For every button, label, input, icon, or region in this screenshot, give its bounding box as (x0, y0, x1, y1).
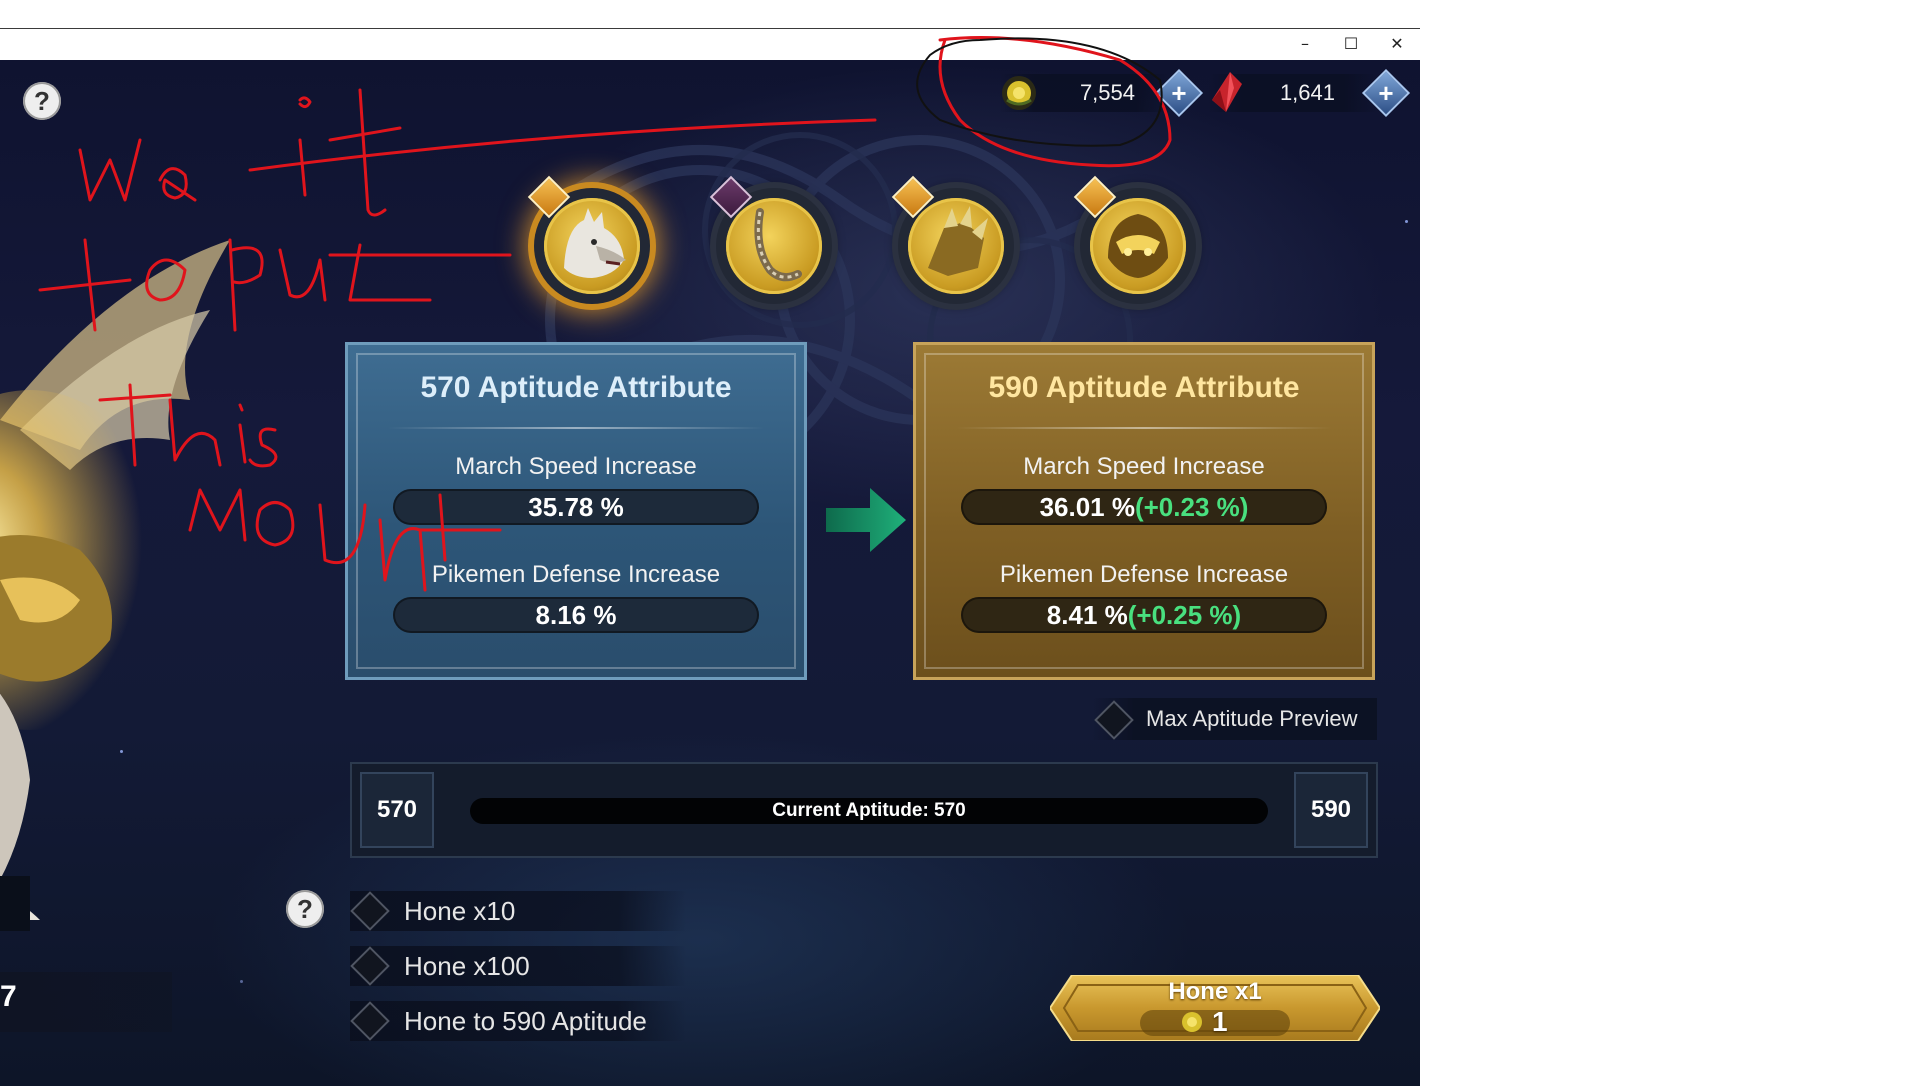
equip-slot-wolf[interactable] (527, 175, 650, 304)
golden-helmet-icon (1090, 198, 1186, 294)
close-button[interactable]: ✕ (1383, 32, 1411, 56)
gold-value: 7,554 (1079, 80, 1135, 105)
hone-help-icon[interactable]: ? (286, 890, 324, 928)
hone-x100-label: Hone x100 (404, 951, 530, 981)
wolf-mount-figure (0, 240, 230, 920)
next-aptitude-panel: 590 Aptitude Attribute March Speed Incre… (913, 342, 1375, 680)
hone-x10-label: Hone x10 (404, 896, 516, 926)
equip-slot-helmet[interactable] (1073, 175, 1196, 304)
left-panel-edge (0, 876, 30, 931)
help-icon[interactable]: ? (23, 82, 61, 120)
upgrade-arrow-icon (826, 488, 906, 552)
hone-x1-label: Hone x1 (1168, 978, 1262, 1005)
current-stat2-label: Pikemen Defense Increase (431, 561, 721, 588)
next-stat2-label: Pikemen Defense Increase (999, 561, 1289, 588)
next-panel-title: 590 Aptitude Attribute (988, 371, 1300, 404)
next-stat1-label: March Speed Increase (1023, 453, 1265, 480)
current-stat2-value: 8.16 % (393, 597, 759, 633)
current-stat1-label: March Speed Increase (455, 453, 697, 480)
max-preview-label: Max Aptitude Preview (1146, 706, 1358, 731)
current-panel-title: 570 Aptitude Attribute (420, 371, 732, 404)
next-stat1-bar: 36.01 %(+0.23 %) (961, 489, 1327, 525)
maximize-button[interactable]: ☐ (1337, 32, 1365, 56)
plus-icon: + (1378, 78, 1394, 108)
next-stat2-bar: 8.41 %(+0.25 %) (961, 597, 1327, 633)
aptitude-min: 570 (360, 772, 434, 848)
minimize-button[interactable]: – (1291, 32, 1319, 56)
reins-whip-icon (726, 198, 822, 294)
next-stat2-value: 8.41 % (1046, 600, 1128, 630)
hone-cost-value: 1 (1212, 1006, 1228, 1037)
current-stat1-value: 35.78 % (393, 489, 759, 525)
hone-x10-option[interactable] (350, 891, 686, 931)
current-aptitude-label: Current Aptitude: 570 (772, 800, 966, 821)
left-info-panel (0, 972, 172, 1032)
current-aptitude-panel: 570 Aptitude Attribute March Speed Incre… (345, 342, 807, 680)
wolf-mount-icon (544, 198, 640, 294)
gem-value: 1,641 (1279, 80, 1335, 105)
next-stat1-value: 36.01 % (1039, 492, 1135, 522)
gold-rose-coin-icon (1182, 1012, 1202, 1032)
equip-slot-reins[interactable] (709, 175, 832, 304)
title-bar (0, 29, 1420, 60)
red-crystal-icon (1212, 72, 1242, 112)
gold-rose-coin-icon (1002, 76, 1036, 110)
equip-slot-claw[interactable] (891, 175, 1014, 304)
next-stat2-increase: (+0.25 %) (1127, 600, 1242, 630)
left-panel-text: 7 (0, 980, 17, 1013)
plus-icon: + (1171, 78, 1187, 108)
hone-to-max-label: Hone to 590 Aptitude (404, 1006, 647, 1036)
next-stat1-increase: (+0.23 %) (1134, 492, 1249, 522)
aptitude-max: 590 (1294, 772, 1368, 848)
claw-gauntlet-icon (908, 198, 1004, 294)
